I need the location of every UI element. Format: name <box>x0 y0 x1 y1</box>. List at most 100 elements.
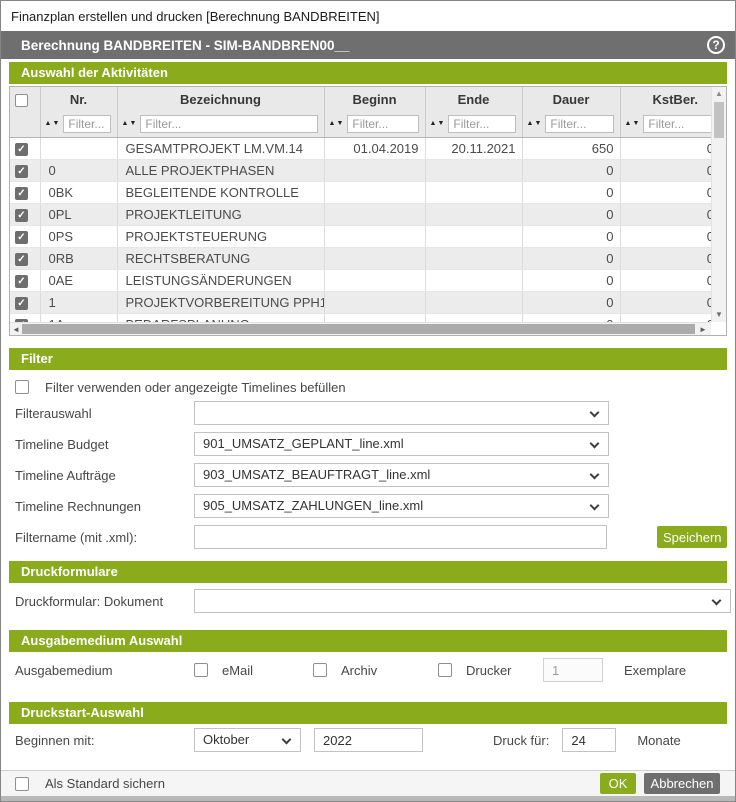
ok-button[interactable]: OK <box>600 773 636 794</box>
month-select-value: Oktober <box>203 732 249 747</box>
cell-kstber: 0 <box>620 225 711 247</box>
use-filter-row: Filter verwenden oder angezeigte Timelin… <box>9 379 727 395</box>
timeline-budget-select[interactable]: 901_UMSATZ_GEPLANT_line.xml <box>194 432 609 456</box>
sort-desc-icon[interactable]: ▼ <box>52 120 59 127</box>
sort-desc-icon[interactable]: ▼ <box>129 120 136 127</box>
year-input[interactable] <box>314 728 423 752</box>
beginnen-mit-label: Beginnen mit: <box>15 733 194 748</box>
sort-asc-icon[interactable]: ▲ <box>527 120 534 127</box>
chevron-down-icon <box>590 439 600 449</box>
sort-asc-icon[interactable]: ▲ <box>430 120 437 127</box>
row-checkbox[interactable]: ✓ <box>15 209 28 222</box>
row-checkbox[interactable]: ✓ <box>15 253 28 266</box>
timeline-rechnungen-select-value: 905_UMSATZ_ZAHLUNGEN_line.xml <box>203 498 423 513</box>
drucker-checkbox[interactable] <box>438 663 452 677</box>
scroll-down-icon[interactable]: ▼ <box>712 308 726 322</box>
cell-dauer: 0 <box>522 269 620 291</box>
filterauswahl-select-row: Filterauswahl <box>9 401 727 425</box>
scroll-right-icon[interactable]: ► <box>697 323 709 336</box>
sort-asc-icon[interactable]: ▲ <box>329 120 336 127</box>
row-checkbox[interactable]: ✓ <box>15 187 28 200</box>
filter-input-ende[interactable] <box>448 115 515 133</box>
row-checkbox[interactable]: ✓ <box>15 231 28 244</box>
filter-input-kstber[interactable] <box>643 115 711 133</box>
select-all-checkbox[interactable] <box>15 94 28 107</box>
sort-desc-icon[interactable]: ▼ <box>336 120 343 127</box>
filterauswahl-select[interactable] <box>194 401 609 425</box>
dialog-content: Auswahl der Aktivitäten Nr.BezeichnungBe… <box>1 59 735 770</box>
row-checkbox[interactable]: ✓ <box>15 143 28 156</box>
scroll-up-icon[interactable]: ▲ <box>712 87 726 101</box>
sort-desc-icon[interactable]: ▼ <box>437 120 444 127</box>
scroll-left-icon[interactable]: ◄ <box>10 323 22 336</box>
filter-cell-bezeichnung: ▲▼ <box>117 111 324 137</box>
cell-bezeichnung: LEISTUNGSÄNDERUNGEN <box>117 269 324 291</box>
speichern-button[interactable]: Speichern <box>657 526 727 548</box>
use-filter-checkbox[interactable] <box>15 380 29 394</box>
months-input[interactable] <box>562 728 616 752</box>
druckformular-label: Druckformular: Dokument <box>15 594 194 609</box>
cell-nr: 0RB <box>40 247 117 269</box>
cell-dauer: 0 <box>522 159 620 181</box>
druckformular-select[interactable] <box>194 589 731 613</box>
activities-table: Nr.BezeichnungBeginnEndeDauerKstBer. ▲▼▲… <box>9 86 727 336</box>
cell-beginn <box>324 159 425 181</box>
table-row: ✓0ALLE PROJEKTPHASEN00 <box>10 159 711 181</box>
cell-beginn <box>324 247 425 269</box>
filter-input-nr[interactable] <box>63 115 110 133</box>
abbrechen-button[interactable]: Abbrechen <box>644 773 720 794</box>
column-header-dauer: Dauer <box>522 87 620 111</box>
column-header-nr: Nr. <box>40 87 117 111</box>
sort-desc-icon[interactable]: ▼ <box>632 120 639 127</box>
filtername-input[interactable] <box>194 525 607 549</box>
vertical-scrollbar-thumb[interactable] <box>714 102 724 138</box>
cell-nr <box>40 137 117 159</box>
row-checkbox[interactable]: ✓ <box>15 297 28 310</box>
timeline-rechnungen-select[interactable]: 905_UMSATZ_ZAHLUNGEN_line.xml <box>194 494 609 518</box>
archiv-checkbox[interactable] <box>313 663 327 677</box>
cell-beginn <box>324 269 425 291</box>
sort-asc-icon[interactable]: ▲ <box>625 120 632 127</box>
section-ausgabemedium-title: Ausgabemedium Auswahl <box>21 633 182 648</box>
cell-dauer: 0 <box>522 291 620 313</box>
cell-dauer: 0 <box>522 203 620 225</box>
table-row: ✓0PLPROJEKTLEITUNG00 <box>10 203 711 225</box>
cell-kstber: 0 <box>620 291 711 313</box>
chevron-down-icon <box>590 470 600 480</box>
row-checkbox[interactable]: ✓ <box>15 165 28 178</box>
sort-icons[interactable]: ▲▼ <box>45 120 60 127</box>
timeline-rechnungen-select-row: Timeline Rechnungen 905_UMSATZ_ZAHLUNGEN_… <box>9 494 727 518</box>
sort-icons[interactable]: ▲▼ <box>329 120 344 127</box>
sort-icons[interactable]: ▲▼ <box>625 120 640 127</box>
cell-bezeichnung: PROJEKTLEITUNG <box>117 203 324 225</box>
sort-icons[interactable]: ▲▼ <box>430 120 445 127</box>
email-checkbox[interactable] <box>194 663 208 677</box>
vertical-scrollbar[interactable]: ▲ ▼ <box>711 87 726 322</box>
als-standard-checkbox[interactable] <box>15 777 29 791</box>
cell-ende <box>425 225 522 247</box>
row-checkbox[interactable]: ✓ <box>15 275 28 288</box>
filter-input-beginn[interactable] <box>347 115 418 133</box>
cell-ende <box>425 291 522 313</box>
sort-asc-icon[interactable]: ▲ <box>45 120 52 127</box>
filtername-row: Filtername (mit .xml): Speichern <box>9 525 727 549</box>
filter-input-dauer[interactable] <box>545 115 613 133</box>
help-icon[interactable]: ? <box>707 36 725 54</box>
sort-icons[interactable]: ▲▼ <box>527 120 542 127</box>
cell-bezeichnung: GESAMTPROJEKT LM.VM.14 <box>117 137 324 159</box>
cell-ende: 20.11.2021 <box>425 137 522 159</box>
month-select[interactable]: Oktober <box>194 728 301 752</box>
filter-cell-kstber: ▲▼ <box>620 111 711 137</box>
horizontal-scrollbar[interactable]: ◄ ► <box>10 322 711 335</box>
horizontal-scrollbar-thumb[interactable] <box>22 324 695 334</box>
cell-beginn <box>324 225 425 247</box>
als-standard-label: Als Standard sichern <box>45 776 165 791</box>
sort-asc-icon[interactable]: ▲ <box>122 120 129 127</box>
sort-icons[interactable]: ▲▼ <box>122 120 137 127</box>
filter-input-bezeichnung[interactable] <box>140 115 317 133</box>
sort-desc-icon[interactable]: ▼ <box>534 120 541 127</box>
filter-cell-beginn: ▲▼ <box>324 111 425 137</box>
exemplare-label: Exemplare <box>624 663 686 678</box>
timeline-auftraege-select[interactable]: 903_UMSATZ_BEAUFTRAGT_line.xml <box>194 463 609 487</box>
timeline-rechnungen-select-label: Timeline Rechnungen <box>15 499 194 514</box>
